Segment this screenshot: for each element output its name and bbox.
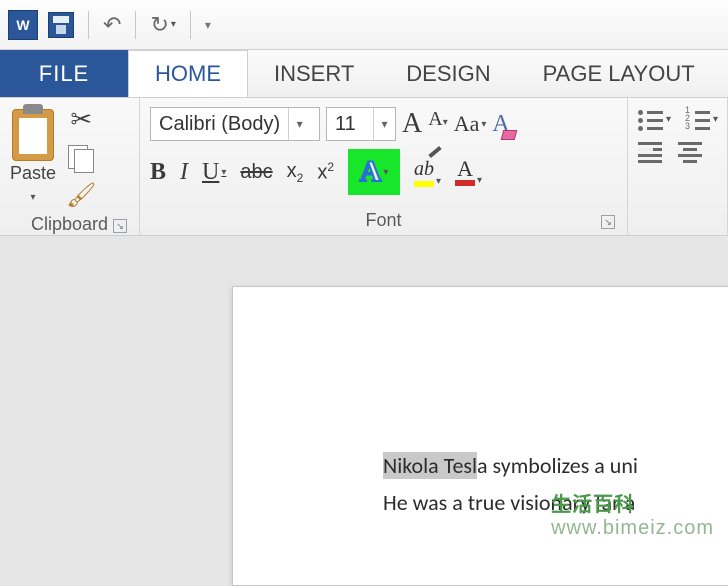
highlight-swatch (414, 181, 434, 187)
paste-button[interactable]: Paste▾ (10, 163, 56, 205)
numbering-icon (685, 108, 711, 130)
format-painter-icon[interactable]: 🖌 (66, 181, 96, 210)
qat-separator (190, 11, 191, 39)
font-color-icon: A (457, 158, 473, 180)
group-clipboard: Paste▾ ✂ 🖌 Clipboard ↘ (0, 98, 140, 235)
chevron-down-icon: ▾ (436, 176, 441, 187)
undo-icon[interactable]: ↶ (103, 12, 121, 38)
group-label-font: Font ↘ (150, 206, 617, 233)
shrink-font-icon[interactable]: A▾ (428, 108, 447, 140)
font-color-button[interactable]: A ▾ (455, 158, 482, 186)
ribbon-tabs: FILE HOME INSERT DESIGN PAGE LAYOUT (0, 50, 728, 98)
font-name-combo[interactable]: Calibri (Body) ▾ (150, 107, 320, 141)
word-app-icon: W (8, 10, 38, 40)
group-label-paragraph (638, 162, 717, 189)
clear-formatting-icon[interactable]: A (492, 111, 509, 138)
chevron-down-icon[interactable]: ▾ (288, 108, 310, 140)
ribbon: Paste▾ ✂ 🖌 Clipboard ↘ Calibri (Body) ▾ … (0, 98, 728, 236)
change-case-button[interactable]: Aa▾ (454, 111, 487, 137)
qat-separator (88, 11, 89, 39)
highlight-icon: ab (414, 158, 434, 181)
tab-insert[interactable]: INSERT (248, 50, 380, 97)
group-label-clipboard: Clipboard ↘ (10, 210, 129, 237)
group-paragraph: ▾ ▾ (628, 98, 728, 235)
page[interactable]: Nikola Tesla symbolizes a uni He was a t… (232, 286, 728, 586)
highlight-color-button[interactable]: ab ▾ (414, 158, 441, 187)
tab-page-layout[interactable]: PAGE LAYOUT (517, 50, 721, 97)
dialog-launcher-icon[interactable]: ↘ (113, 219, 127, 233)
group-font: Calibri (Body) ▾ 11 ▾ A A▾ Aa▾ A B I U▾ … (140, 98, 628, 235)
title-bar: W ↶ ↻▾ ▾ (0, 0, 728, 50)
superscript-button[interactable]: x2 (317, 160, 334, 185)
italic-button[interactable]: I (180, 159, 188, 186)
tab-design[interactable]: DESIGN (380, 50, 516, 97)
bold-button[interactable]: B (150, 159, 166, 186)
selected-text[interactable]: Nikola Tesl (383, 452, 477, 479)
text-effects-icon: A (360, 155, 382, 189)
chevron-down-icon: ▾ (171, 19, 176, 30)
bullets-icon (638, 108, 664, 130)
strikethrough-button[interactable]: abc (240, 161, 272, 184)
font-color-swatch (455, 180, 475, 186)
paste-icon[interactable] (12, 109, 54, 161)
copy-icon[interactable] (68, 145, 94, 171)
qat-customize-icon[interactable]: ▾ (205, 18, 211, 32)
document-text[interactable]: He was a tru (383, 489, 494, 516)
dialog-launcher-icon[interactable]: ↘ (601, 215, 615, 229)
bullets-button[interactable]: ▾ (638, 108, 671, 130)
qat-separator (135, 11, 136, 39)
grow-font-icon[interactable]: A (402, 108, 422, 140)
font-size-value: 11 (327, 113, 364, 136)
watermark: 生活百科 www.bimeiz.com (551, 488, 714, 540)
tab-file[interactable]: FILE (0, 50, 128, 97)
subscript-button[interactable]: x2 (287, 160, 304, 185)
font-size-combo[interactable]: 11 ▾ (326, 107, 396, 141)
save-icon[interactable] (48, 12, 74, 38)
numbering-button[interactable]: ▾ (685, 108, 718, 130)
chevron-down-icon[interactable]: ▾ (373, 108, 395, 140)
document-text[interactable]: a symbolizes a uni (477, 452, 638, 479)
tab-home[interactable]: HOME (128, 50, 248, 97)
font-name-value: Calibri (Body) (151, 113, 288, 136)
align-left-button[interactable] (638, 140, 664, 162)
document-line[interactable]: Nikola Tesla symbolizes a uni (383, 447, 721, 484)
cut-icon[interactable]: ✂ (70, 104, 92, 135)
align-center-button[interactable] (678, 140, 704, 162)
text-effects-button[interactable]: A ▾ (348, 149, 400, 195)
chevron-down-icon: ▾ (477, 175, 482, 186)
redo-icon[interactable]: ↻▾ (150, 12, 175, 38)
underline-button[interactable]: U▾ (202, 159, 226, 186)
chevron-down-icon: ▾ (383, 167, 388, 178)
chevron-down-icon: ▾ (31, 192, 36, 203)
